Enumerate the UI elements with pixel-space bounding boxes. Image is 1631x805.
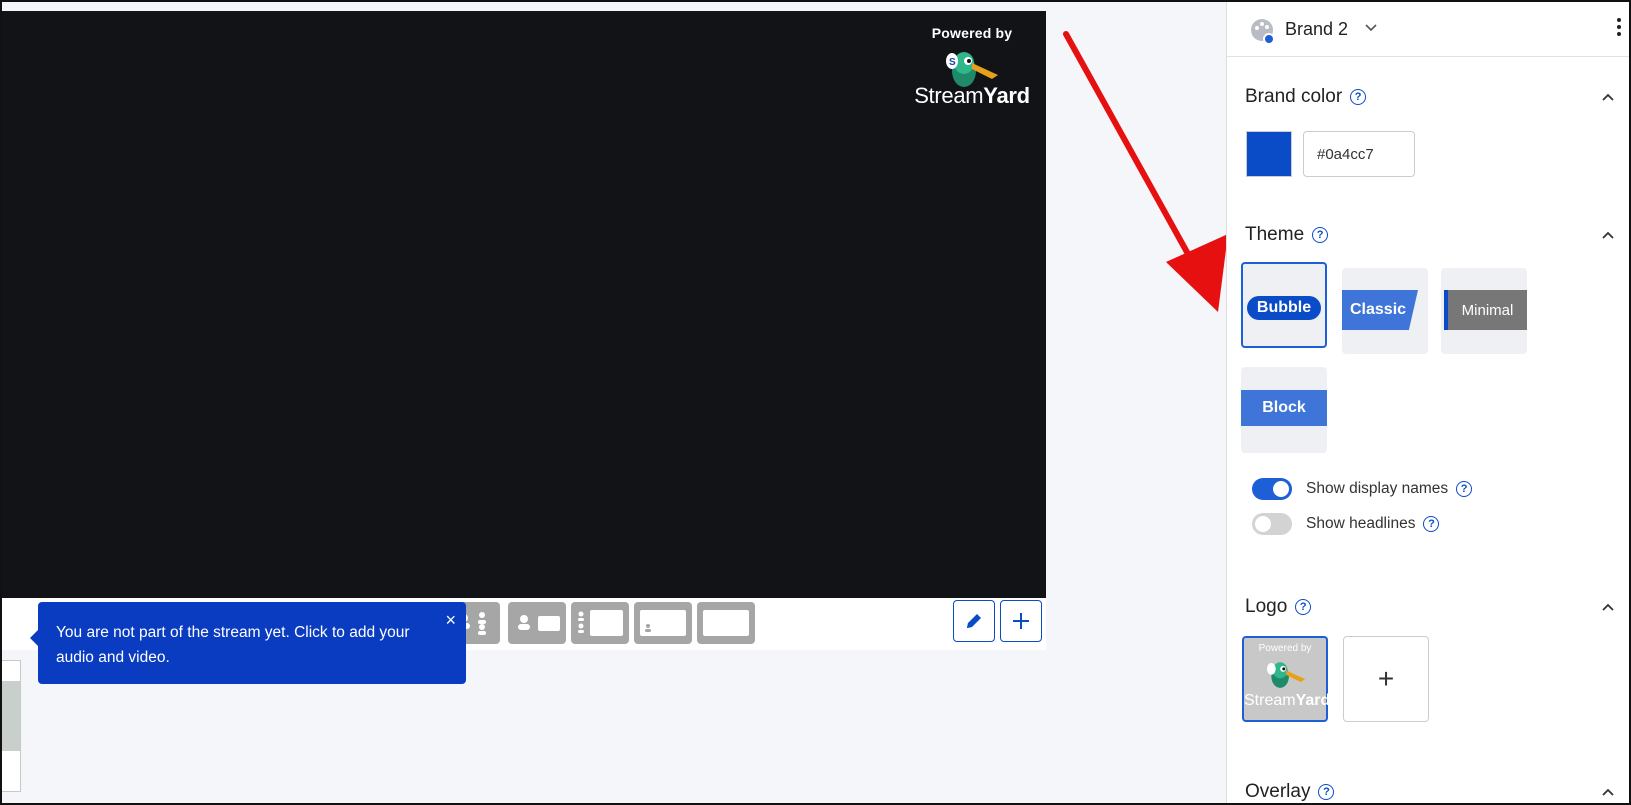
brand-color-heading: Brand color?	[1245, 86, 1367, 108]
brand-color-swatch[interactable]	[1246, 131, 1292, 177]
streamyard-duck-icon	[1266, 662, 1306, 688]
streamyard-mini-logo: Powered by StreamYard	[1244, 638, 1331, 720]
chevron-up-icon[interactable]	[1602, 602, 1614, 614]
help-icon[interactable]: ?	[1312, 227, 1329, 243]
help-icon[interactable]: ?	[1456, 481, 1473, 497]
streamyard-duck-icon: S	[946, 52, 998, 87]
show-headlines-row[interactable]: Show headlines ?	[1252, 513, 1440, 535]
annotation-arrow-icon	[1063, 31, 1228, 312]
layout-person-screen-button[interactable]	[508, 602, 566, 644]
layout-pip-button[interactable]	[634, 602, 692, 644]
chevron-up-icon[interactable]	[1602, 230, 1614, 242]
layout-sidebar-screen-button[interactable]	[571, 602, 629, 644]
scene-thumbnail[interactable]	[2, 660, 21, 792]
theme-option-bubble[interactable]: Bubble	[1241, 262, 1327, 348]
pencil-icon	[967, 614, 981, 628]
logo-heading: Logo?	[1245, 596, 1312, 618]
person-with-screen-icon	[518, 615, 560, 631]
theme-option-minimal[interactable]: Minimal	[1441, 268, 1527, 354]
chevron-up-icon[interactable]	[1602, 92, 1614, 104]
toast-message: You are not part of the stream yet. Clic…	[56, 624, 410, 666]
theme-minimal-label: Minimal	[1448, 290, 1527, 330]
more-options-icon[interactable]	[1616, 18, 1622, 40]
chevron-down-icon[interactable]	[1365, 24, 1377, 32]
add-layout-button[interactable]	[1000, 600, 1042, 642]
brand-name[interactable]: Brand 2	[1285, 19, 1348, 40]
chevron-up-icon[interactable]	[1602, 787, 1614, 799]
layout-screen-only-button[interactable]	[697, 602, 755, 644]
close-icon[interactable]: ×	[445, 608, 456, 633]
add-logo-button[interactable]: +	[1343, 636, 1429, 722]
show-headlines-toggle[interactable]	[1252, 513, 1292, 535]
show-display-names-label: Show display names	[1306, 480, 1449, 497]
mini-wordmark: StreamYard	[1244, 692, 1331, 709]
brand-color-hex-input[interactable]: #0a4cc7	[1303, 131, 1415, 177]
help-icon[interactable]: ?	[1318, 784, 1335, 800]
help-icon[interactable]: ?	[1350, 89, 1367, 105]
sidebar-screen-icon	[578, 610, 623, 636]
help-icon[interactable]: ?	[1295, 599, 1312, 615]
palette-icon	[1251, 19, 1275, 45]
powered-by-label: Powered by	[931, 25, 1013, 41]
theme-heading: Theme?	[1245, 224, 1329, 246]
overlay-heading: Overlay?	[1245, 781, 1335, 803]
join-stream-toast[interactable]: You are not part of the stream yet. Clic…	[30, 602, 466, 684]
plus-icon	[1013, 613, 1029, 629]
mini-powered-by: Powered by	[1258, 643, 1312, 654]
theme-option-block[interactable]: Block	[1241, 367, 1327, 453]
theme-block-label: Block	[1241, 390, 1327, 426]
screen-only-icon	[703, 610, 749, 636]
video-stage: Powered by S StreamYard	[2, 11, 1046, 598]
help-icon[interactable]: ?	[1423, 516, 1440, 532]
logo-option-streamyard[interactable]: Powered by StreamYard	[1242, 636, 1331, 722]
scene-thumbnail-preview	[2, 681, 20, 751]
svg-text:S: S	[949, 57, 956, 68]
show-display-names-toggle[interactable]	[1252, 478, 1292, 500]
edit-layout-button[interactable]	[953, 600, 995, 642]
brand-settings-panel: Brand 2 Brand color? #0a4cc7 Theme? Bubb…	[1226, 0, 1631, 805]
show-headlines-label: Show headlines	[1306, 515, 1416, 532]
theme-classic-label: Classic	[1342, 290, 1418, 330]
picture-in-picture-icon	[640, 610, 686, 636]
theme-option-classic[interactable]: Classic	[1342, 268, 1428, 354]
show-display-names-row[interactable]: Show display names ?	[1252, 478, 1473, 500]
streamyard-watermark: Powered by S StreamYard	[912, 25, 1032, 109]
theme-bubble-label: Bubble	[1247, 296, 1321, 320]
brand-selector-header[interactable]: Brand 2	[1227, 0, 1631, 57]
